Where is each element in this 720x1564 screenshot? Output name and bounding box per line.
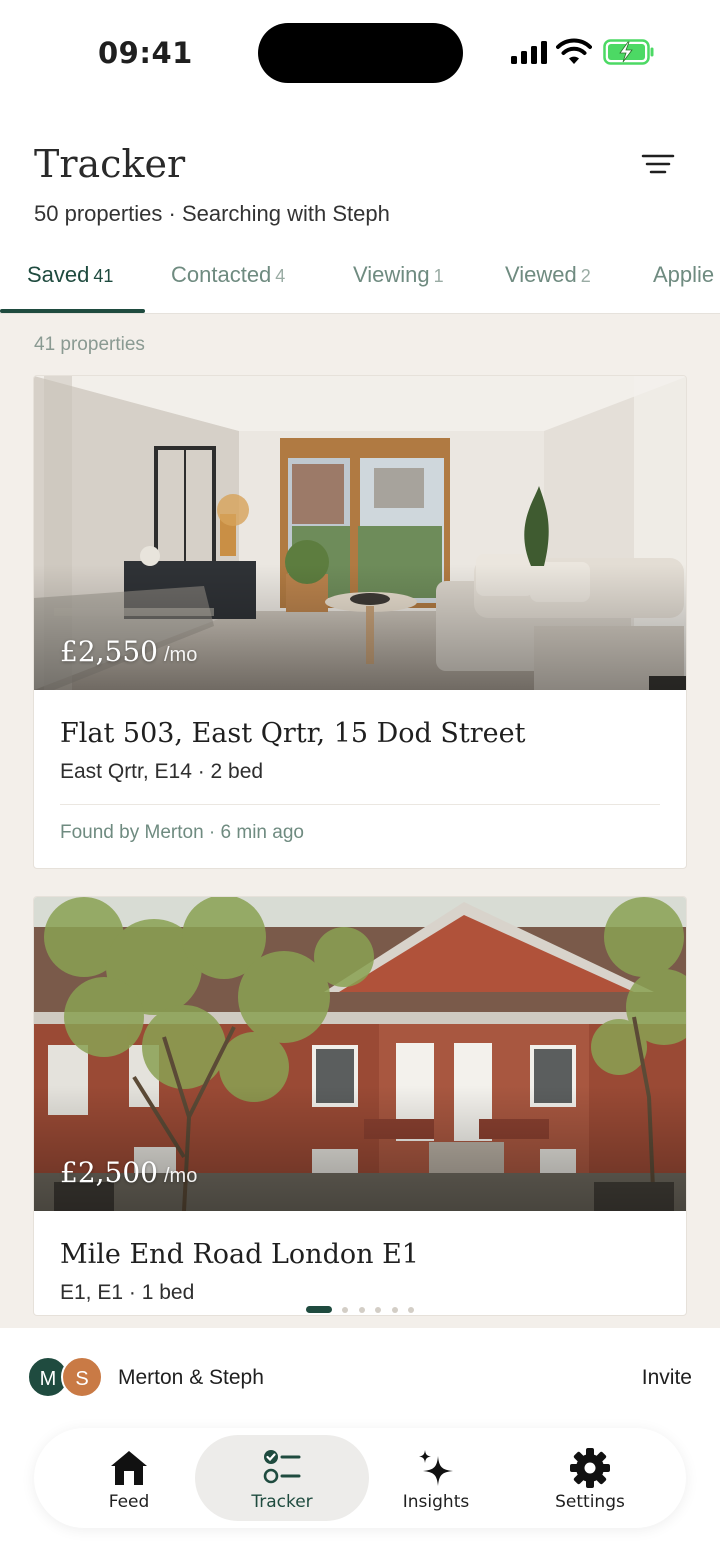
page-dot bbox=[359, 1307, 365, 1313]
status-time: 09:41 bbox=[98, 36, 193, 70]
page-dot bbox=[408, 1307, 414, 1313]
nav-label: Tracker bbox=[251, 1492, 313, 1512]
tab-viewed[interactable]: Viewed 2 bbox=[505, 262, 591, 288]
property-card[interactable]: £2,500/mo Mile End Road London E1 E1, E1… bbox=[33, 896, 687, 1316]
price-amount: £2,500 bbox=[60, 1156, 158, 1189]
dynamic-island bbox=[258, 23, 463, 83]
nav-tracker[interactable]: Tracker bbox=[195, 1428, 369, 1528]
checklist-icon bbox=[263, 1450, 301, 1484]
page-title: Tracker bbox=[34, 142, 186, 186]
page-dot bbox=[375, 1307, 381, 1313]
property-photo[interactable]: £2,550/mo bbox=[34, 376, 686, 690]
page-dot bbox=[342, 1307, 348, 1313]
property-title: Flat 503, East Qrtr, 15 Dod Street bbox=[60, 718, 526, 749]
property-title: Mile End Road London E1 bbox=[60, 1239, 419, 1270]
active-tab-indicator bbox=[0, 309, 145, 313]
nav-feed[interactable]: Feed bbox=[54, 1428, 204, 1528]
cellular-signal-icon bbox=[511, 40, 547, 64]
property-subtitle: East Qrtr, E14 · 2 bed bbox=[60, 760, 264, 783]
property-count: 41 properties bbox=[34, 334, 145, 355]
bottom-navigation: Feed Tracker Insights Settings bbox=[34, 1428, 686, 1528]
page-subtitle: 50 properties · Searching with Steph bbox=[34, 201, 390, 226]
nav-settings[interactable]: Settings bbox=[515, 1428, 665, 1528]
tab-viewing[interactable]: Viewing 1 bbox=[353, 262, 444, 288]
page-dot bbox=[392, 1307, 398, 1313]
tab-label: Viewing bbox=[353, 262, 430, 287]
card-divider bbox=[60, 804, 660, 805]
tab-label: Contacted bbox=[171, 262, 272, 287]
tab-applied[interactable]: Applie bbox=[653, 262, 714, 288]
gear-icon bbox=[570, 1448, 610, 1488]
page-dot-active bbox=[306, 1306, 332, 1313]
tab-contacted[interactable]: Contacted 4 bbox=[171, 262, 285, 288]
invite-button[interactable]: Invite bbox=[642, 1366, 692, 1390]
battery-charging-icon bbox=[603, 39, 654, 65]
status-bar: 09:41 bbox=[0, 0, 720, 100]
nav-label: Insights bbox=[402, 1492, 470, 1512]
status-tabs: Saved 41 Contacted 4 Viewing 1 Viewed 2 Appl… bbox=[0, 244, 720, 314]
price-amount: £2,550 bbox=[60, 635, 158, 668]
property-card[interactable]: £2,550/mo Flat 503, East Qrtr, 15 Dod St… bbox=[33, 375, 687, 869]
tab-count: 1 bbox=[433, 266, 444, 286]
tab-label: Saved bbox=[27, 262, 90, 287]
avatar[interactable]: S bbox=[61, 1356, 103, 1398]
wifi-icon bbox=[556, 38, 592, 64]
property-list[interactable]: 41 properties £2,550 /mo Flat 503, East … bbox=[0, 314, 720, 1328]
home-icon bbox=[111, 1451, 147, 1485]
filter-icon[interactable] bbox=[638, 146, 678, 182]
tab-saved[interactable]: Saved 41 bbox=[27, 262, 113, 288]
sparkle-icon bbox=[419, 1450, 453, 1486]
property-found-by: Found by Merton · 6 min ago bbox=[60, 822, 304, 843]
price-period: /mo bbox=[163, 644, 198, 666]
tab-label: Viewed bbox=[505, 262, 577, 287]
property-price: £2,550/mo bbox=[60, 635, 197, 668]
tab-count: 41 bbox=[93, 266, 114, 286]
property-price: £2,500/mo bbox=[60, 1156, 197, 1189]
nav-label: Settings bbox=[555, 1492, 625, 1512]
tab-label: Applie bbox=[653, 262, 715, 287]
nav-insights[interactable]: Insights bbox=[361, 1428, 511, 1528]
tab-count: 4 bbox=[275, 266, 286, 286]
property-subtitle: E1, E1 · 1 bed bbox=[60, 1281, 195, 1304]
price-period: /mo bbox=[163, 1165, 198, 1187]
tab-count: 2 bbox=[580, 266, 591, 286]
nav-label: Feed bbox=[108, 1492, 150, 1512]
property-photo[interactable]: £2,500/mo bbox=[34, 897, 686, 1211]
members-label: Merton & Steph bbox=[118, 1366, 264, 1389]
